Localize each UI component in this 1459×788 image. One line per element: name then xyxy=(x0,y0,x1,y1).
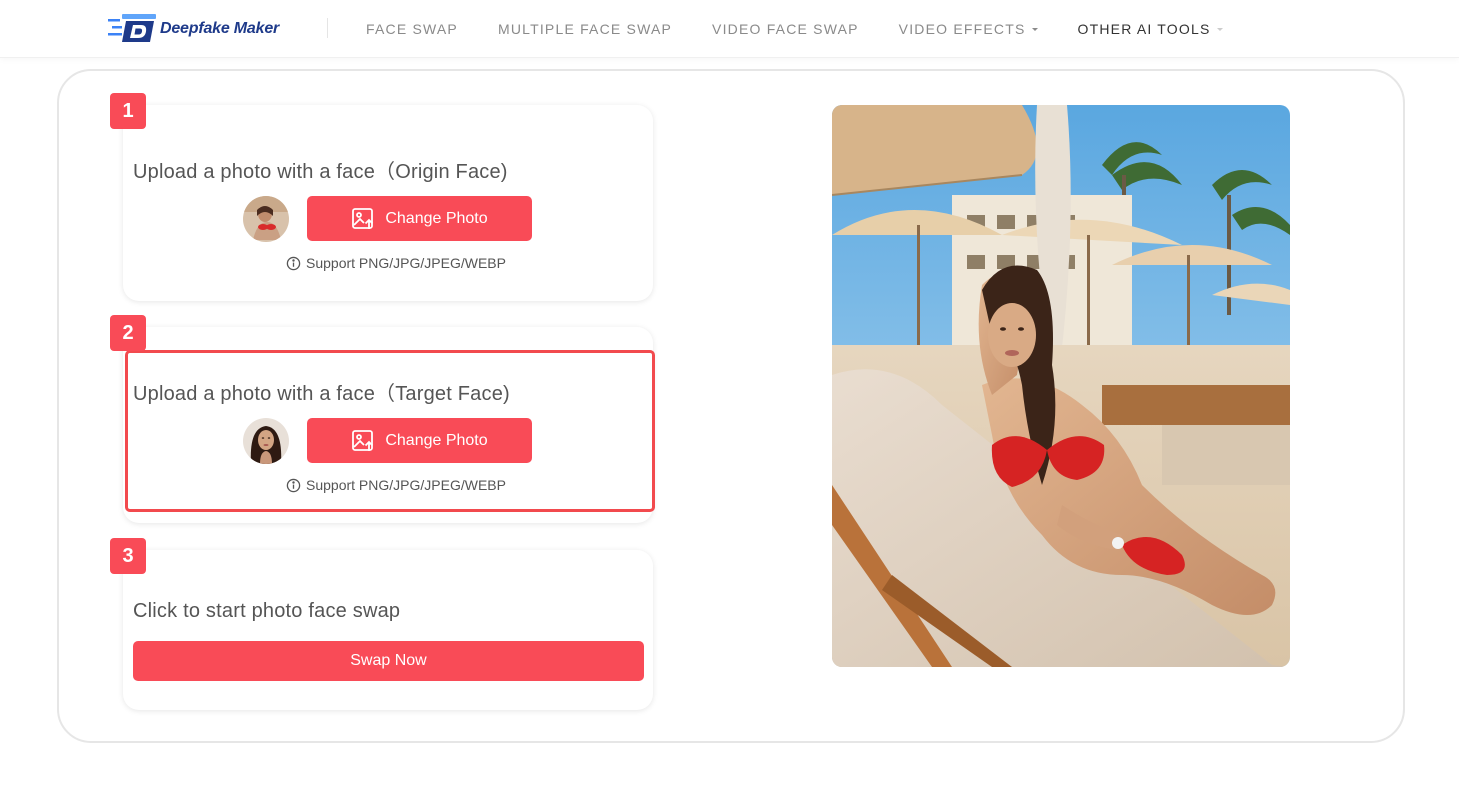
target-face-thumbnail xyxy=(243,418,289,464)
step-card-origin: Upload a photo with a face（Origin Face) xyxy=(123,105,653,301)
support-text: Support PNG/JPG/JPEG/WEBP xyxy=(306,477,506,493)
nav-multiple-face-swap[interactable]: MULTIPLE FACE SWAP xyxy=(498,21,672,37)
nav-video-face-swap[interactable]: VIDEO FACE SWAP xyxy=(712,21,859,37)
change-target-photo-button[interactable]: Change Photo xyxy=(307,418,532,463)
chevron-down-icon xyxy=(1216,27,1223,31)
step-card-swap: Click to start photo face swap Swap Now xyxy=(123,550,653,710)
nav-label: OTHER AI TOOLS xyxy=(1077,21,1211,37)
nav-label: MULTIPLE FACE SWAP xyxy=(497,21,673,37)
button-label: Change Photo xyxy=(385,431,488,449)
step-badge-3: 3 xyxy=(110,538,146,574)
step-title: Upload a photo with a face（Origin Face) xyxy=(133,161,508,183)
info-circle-icon xyxy=(286,478,301,493)
result-preview-image xyxy=(832,105,1290,667)
support-formats: Support PNG/JPG/JPEG/WEBP xyxy=(286,477,506,493)
step-badge-1: 1 xyxy=(110,93,146,129)
nav-label: VIDEO FACE SWAP xyxy=(712,21,859,37)
brand-logo[interactable]: Deepfake Maker xyxy=(108,12,279,46)
step-title: Click to start photo face swap xyxy=(133,600,401,622)
nav-divider xyxy=(327,18,328,38)
chevron-down-icon xyxy=(1031,27,1038,31)
change-origin-photo-button[interactable]: Change Photo xyxy=(307,196,532,241)
nav-face-swap[interactable]: FACE SWAP xyxy=(366,21,458,37)
step-title: Upload a photo with a face（Target Face) xyxy=(133,383,510,405)
nav-label: FACE SWAP xyxy=(366,21,458,37)
step-card-target: Upload a photo with a face（Target Face) xyxy=(123,327,653,523)
logo-icon xyxy=(108,12,158,46)
image-upload-icon xyxy=(351,207,375,231)
support-formats: Support PNG/JPG/JPEG/WEBP xyxy=(286,255,506,271)
origin-face-thumbnail xyxy=(243,196,289,242)
face-swap-panel: Upload a photo with a face（Origin Face) xyxy=(57,69,1405,743)
support-text: Support PNG/JPG/JPEG/WEBP xyxy=(306,255,506,271)
nav-other-ai-tools[interactable]: OTHER AI TOOLS xyxy=(1078,21,1223,37)
top-header: Deepfake Maker FACE SWAP MULTIPLE FACE S… xyxy=(0,0,1459,58)
button-label: Change Photo xyxy=(385,209,488,227)
swap-now-button[interactable]: Swap Now xyxy=(133,641,644,681)
info-circle-icon xyxy=(286,256,301,271)
brand-name: Deepfake Maker xyxy=(160,20,280,37)
nav-label: VIDEO EFFECTS xyxy=(898,21,1026,37)
step-badge-2: 2 xyxy=(110,315,146,351)
image-upload-icon xyxy=(351,429,375,453)
nav-video-effects[interactable]: VIDEO EFFECTS xyxy=(899,21,1038,37)
main-nav: FACE SWAP MULTIPLE FACE SWAP VIDEO FACE … xyxy=(366,0,1263,58)
